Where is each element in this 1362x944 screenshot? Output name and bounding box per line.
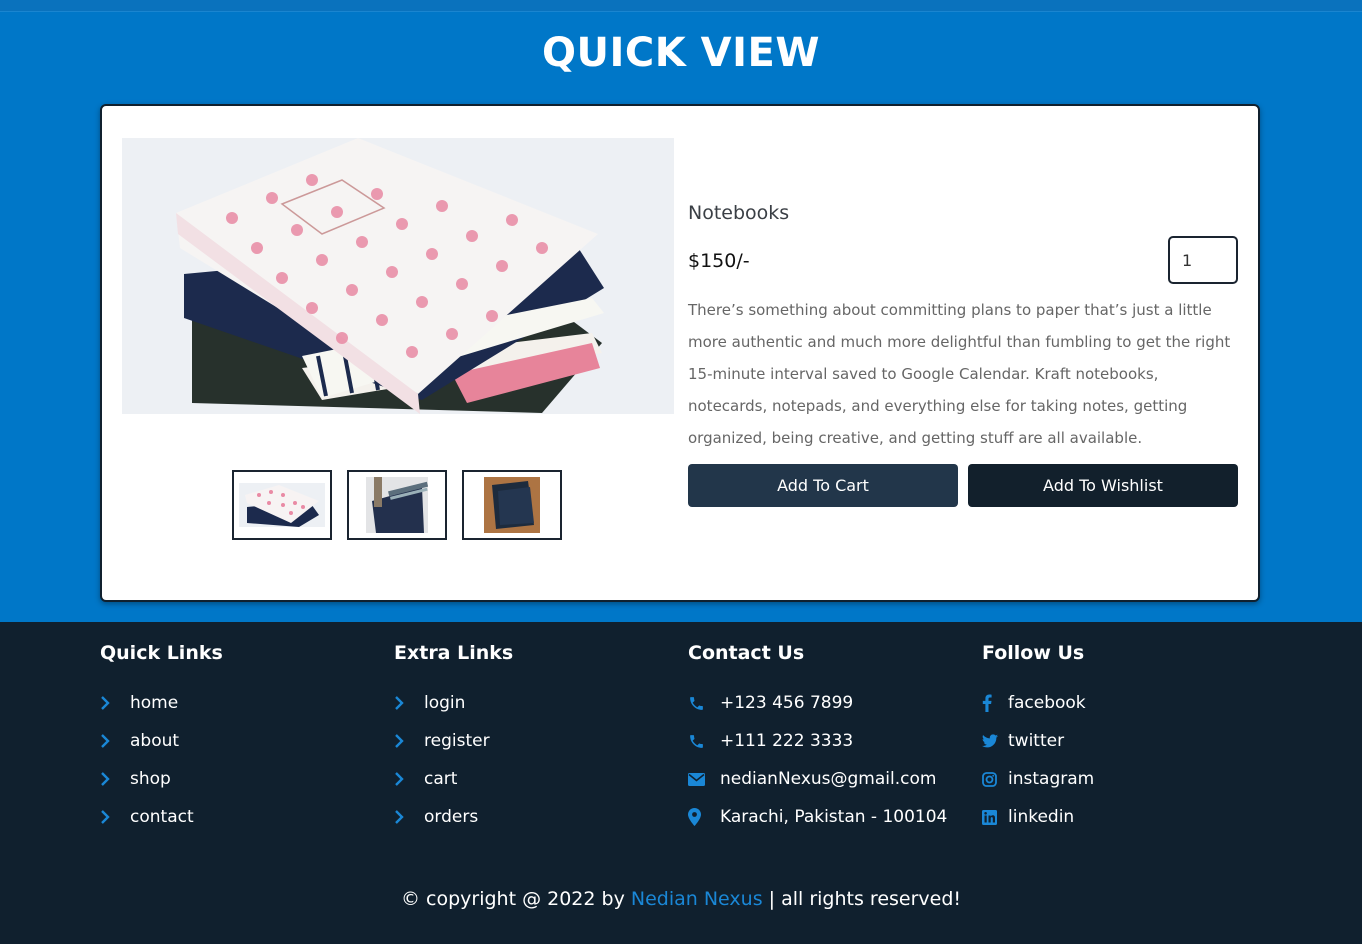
footer-link-label: contact [130,807,194,827]
thumbnail-1[interactable] [232,470,332,540]
instagram-icon [982,771,998,787]
chevron-right-icon [100,734,116,748]
facebook-icon [982,694,998,712]
quick-view-section: QUICK VIEW Notebooks $150/- 1 There’s so… [0,0,1362,622]
copyright-prefix: © copyright @ 2022 by [400,888,625,910]
footer-link-label: home [130,693,179,713]
chevron-right-icon [100,772,116,786]
brand-link[interactable]: Nedian Nexus [631,888,763,910]
product-main-image [122,138,674,414]
contact-email[interactable]: nedianNexus@gmail.com [688,760,968,798]
contact-phone-2[interactable]: +111 222 3333 [688,722,968,760]
footer-link-shop[interactable]: shop [100,760,380,798]
contact-phone-label: +123 456 7899 [720,693,854,713]
product-description: There’s something about committing plans… [688,301,1231,447]
footer-link-cart[interactable]: cart [394,760,674,798]
chevron-right-icon [394,696,410,710]
footer-link-about[interactable]: about [100,722,380,760]
footer-link-register[interactable]: register [394,722,674,760]
contact-email-label: nedianNexus@gmail.com [720,769,937,789]
social-link-linkedin[interactable]: linkedin [982,798,1262,836]
page-title: QUICK VIEW [542,30,820,76]
follow-column: Follow Us facebook twitter instagram lin… [982,642,1262,836]
map-marker-icon [688,808,708,826]
footer-link-label: shop [130,769,171,789]
contact-title: Contact Us [688,642,805,664]
product-name: Notebooks [688,202,790,224]
contact-phone-1[interactable]: +123 456 7899 [688,684,968,722]
extra-links-title: Extra Links [394,642,514,664]
quick-links-column: Quick Links home about shop contact [100,642,380,836]
product-card: Notebooks $150/- There’s something about… [100,104,1260,602]
footer-link-contact[interactable]: contact [100,798,380,836]
envelope-icon [688,772,708,786]
chevron-right-icon [394,734,410,748]
thumbnail-3[interactable] [462,470,562,540]
linkedin-icon [982,809,998,825]
add-to-cart-button[interactable]: Add To Cart [688,464,958,507]
footer-link-label: orders [424,807,479,827]
copyright: © copyright @ 2022 by Nedian Nexus | all… [0,888,1362,910]
quick-links-title: Quick Links [100,642,223,664]
quantity-input[interactable] [1168,236,1238,284]
add-to-wishlist-button[interactable]: Add To Wishlist [968,464,1238,507]
extra-links-column: Extra Links login register cart orders [394,642,674,836]
footer-link-login[interactable]: login [394,684,674,722]
copyright-suffix: | all rights reserved! [768,888,962,910]
contact-column: Contact Us +123 456 7899 +111 222 3333 n… [688,642,968,836]
follow-title: Follow Us [982,642,1085,664]
footer-link-label: login [424,693,466,713]
chevron-right-icon [100,810,116,824]
footer-link-label: cart [424,769,458,789]
footer-link-label: about [130,731,180,751]
social-link-facebook[interactable]: facebook [982,684,1262,722]
social-link-label: linkedin [1008,807,1075,827]
social-link-label: instagram [1008,769,1095,789]
thumbnail-2[interactable] [347,470,447,540]
contact-phone-label: +111 222 3333 [720,731,854,751]
social-link-label: facebook [1008,693,1086,713]
header-shadow [0,0,1362,12]
footer-link-label: register [424,731,490,751]
contact-address-label: Karachi, Pakistan - 100104 [720,807,948,827]
footer-link-home[interactable]: home [100,684,380,722]
chevron-right-icon [394,772,410,786]
social-link-twitter[interactable]: twitter [982,722,1262,760]
twitter-icon [982,734,998,748]
product-price: $150/- [688,250,750,272]
footer: Quick Links home about shop contact Extr… [0,622,1362,944]
social-link-label: twitter [1008,731,1065,751]
chevron-right-icon [100,696,116,710]
phone-icon [688,733,708,750]
footer-link-orders[interactable]: orders [394,798,674,836]
contact-address[interactable]: Karachi, Pakistan - 100104 [688,798,968,836]
phone-icon [688,695,708,712]
social-link-instagram[interactable]: instagram [982,760,1262,798]
chevron-right-icon [394,810,410,824]
